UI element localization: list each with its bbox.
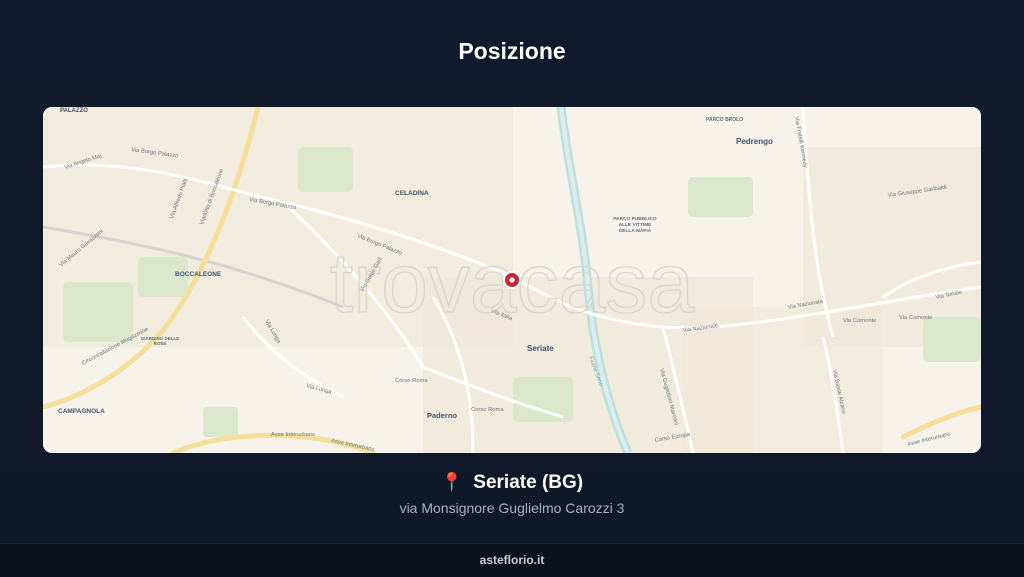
- label-parco-brolo: PARCO BROLO: [706, 117, 743, 123]
- label-boccaleone: BOCCALEONE: [175, 271, 222, 278]
- map-canvas[interactable]: trovacasa PALAZZO PARCO BROLO Pedrengo C…: [43, 107, 981, 453]
- label-campagnola: CAMPAGNOLA: [58, 408, 105, 415]
- label-giardino-2: ROSE: [154, 341, 167, 346]
- label-paderno: Paderno: [427, 411, 457, 420]
- label-parco-pubblico-2: ALLE VITTIME: [619, 222, 653, 228]
- label-asse-interurbano-1: Asse Interurbano: [271, 432, 315, 438]
- label-corso-roma-2: Corso Roma: [471, 407, 504, 413]
- location-pin-icon[interactable]: [503, 271, 521, 289]
- label-pedrengo: Pedrengo: [736, 137, 773, 146]
- map-view[interactable]: trovacasa PALAZZO PARCO BROLO Pedrengo C…: [43, 107, 981, 453]
- footer-brand: asteflorio.it: [479, 553, 545, 567]
- street-address: via Monsignore Guglielmo Carozzi 3: [399, 500, 625, 516]
- location-city: 📍 Seriate (BG): [0, 472, 1024, 494]
- footer-bar: asteflorio.it: [0, 543, 1024, 577]
- page-title: Posizione: [458, 38, 566, 64]
- label-palazzo: PALAZZO: [60, 108, 88, 114]
- label-seriate: Seriate: [527, 344, 554, 353]
- label-via-comonte-1: Via Comonte: [843, 318, 876, 324]
- label-celadina: CELADINA: [395, 190, 429, 197]
- label-via-comonte-2: Via Comonte: [899, 315, 932, 321]
- map-pin-icon: 📍: [440, 472, 464, 492]
- label-corso-roma-1: Corso Roma: [395, 378, 428, 384]
- label-parco-pubblico-3: DELLA MAFIA: [619, 228, 652, 234]
- label-parco-pubblico-1: PARCO PUBBLICO: [613, 216, 657, 222]
- city-name: Seriate (BG): [473, 472, 584, 493]
